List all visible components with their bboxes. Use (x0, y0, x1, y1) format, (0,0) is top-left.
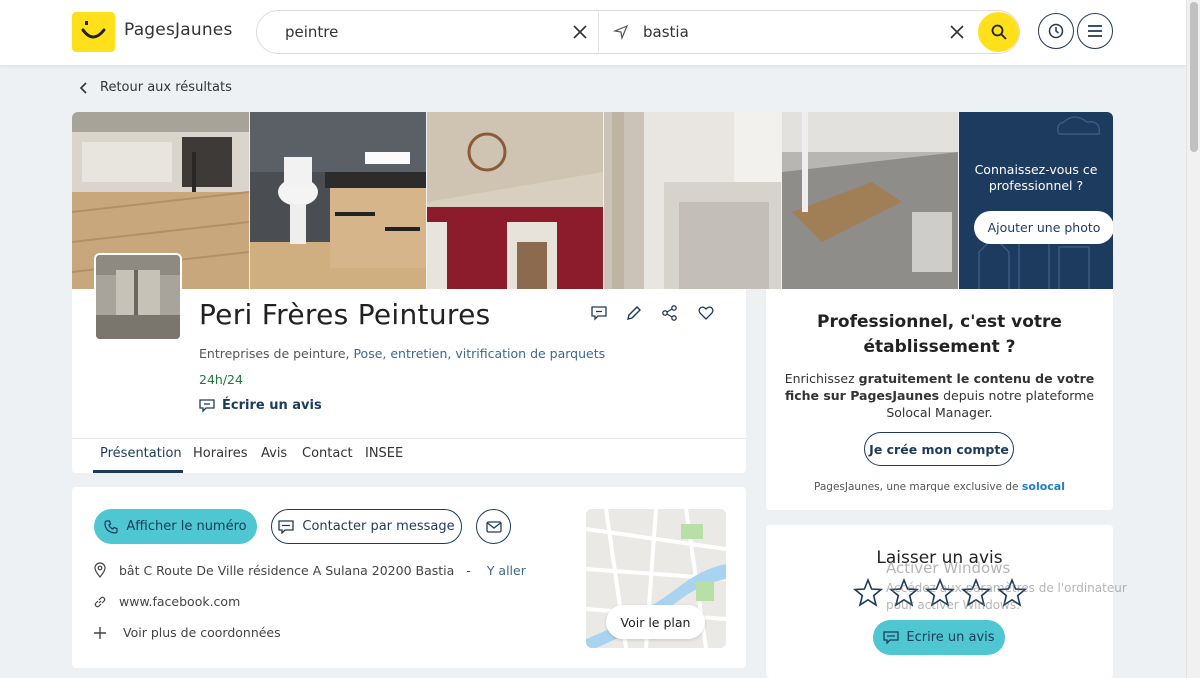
brand-footer: PagesJaunes, une marque exclusive de sol… (766, 480, 1113, 493)
tab-avis[interactable]: Avis (261, 446, 287, 461)
brand-text: PagesJaunes, une marque exclusive de (813, 481, 1019, 493)
envelope-icon (485, 520, 502, 533)
top-header: PagesJaunes peintre bastia (0, 0, 1186, 66)
scrollbar-thumb[interactable] (1190, 2, 1198, 152)
create-account-button[interactable]: Je crée mon compte (864, 432, 1014, 466)
address-separator: - (466, 562, 471, 578)
location-arrow-icon (613, 24, 629, 40)
heart-favorite-icon[interactable] (697, 304, 715, 322)
windows-activation-title: Activer Windows (886, 559, 1011, 577)
email-button[interactable] (476, 509, 511, 544)
active-tab-indicator (93, 470, 183, 473)
directions-link[interactable]: Y aller (487, 563, 526, 578)
gallery-photo-5[interactable] (782, 112, 958, 289)
plus-icon (94, 626, 106, 639)
share-icon[interactable] (661, 304, 679, 322)
tab-presentation[interactable]: Présentation (100, 446, 182, 461)
category-main: Entreprises de peinture, (199, 346, 350, 361)
tabs-divider (72, 438, 746, 439)
search-what-input[interactable]: peintre (285, 23, 338, 41)
show-phone-button[interactable]: Afficher le numéro (94, 509, 257, 544)
search-where-input[interactable]: bastia (643, 23, 689, 41)
write-review-button[interactable]: Ecrire un avis (873, 620, 1005, 655)
message-icon (278, 519, 295, 534)
chevron-left-icon (79, 81, 87, 94)
website-link[interactable]: www.facebook.com (119, 594, 240, 609)
search-bar: peintre bastia (256, 10, 1020, 54)
clear-what-icon[interactable] (570, 22, 590, 42)
clear-where-icon[interactable] (947, 22, 967, 42)
write-review-link[interactable]: Écrire un avis (199, 398, 322, 413)
tab-contact[interactable]: Contact (302, 446, 353, 461)
write-review-button-label: Ecrire un avis (906, 630, 995, 645)
website-line: www.facebook.com (93, 594, 240, 609)
gallery-photo-2[interactable] (250, 112, 426, 289)
back-to-results-link[interactable]: Retour aux résultats (78, 80, 232, 95)
add-photo-button[interactable]: Ajouter une photo (974, 211, 1113, 244)
contact-message-label: Contacter par message (302, 519, 455, 534)
address-line: bât C Route De Ville résidence A Sulana … (93, 562, 526, 578)
phone-icon (104, 519, 118, 534)
map-pin-icon (94, 562, 106, 578)
write-review-label: Écrire un avis (222, 398, 322, 413)
opening-hours-status: 24h/24 (199, 372, 243, 387)
view-map-button[interactable]: Voir le plan (606, 605, 705, 639)
city-illustration-icon (978, 116, 1100, 289)
search-button[interactable] (978, 12, 1019, 52)
category-link[interactable]: Pose, entretien, vitrification de parque… (353, 346, 605, 361)
promo-text: Connaissez-vous ce professionnel ? (974, 162, 1098, 193)
search-divider (598, 11, 599, 53)
logo-text[interactable]: PagesJaunes (124, 20, 233, 40)
menu-button[interactable] (1077, 13, 1113, 49)
more-details-line[interactable]: Voir plus de coordonnées (93, 625, 281, 640)
pro-claim-title: Professionnel, c'est votre établissement… (817, 312, 1062, 357)
photo-gallery: Connaissez-vous ce professionnel ? Ajout… (72, 112, 1113, 289)
tab-insee[interactable]: INSEE (365, 446, 403, 461)
pro-claim-description: Enrichissez gratuitement le contenu de v… (782, 370, 1097, 421)
gallery-photo-3[interactable] (427, 112, 603, 289)
gallery-photo-4[interactable] (604, 112, 781, 289)
windows-activation-text: Accédez aux paramètres de l'ordinateur p… (886, 581, 1127, 612)
pro-desc-prefix: Enrichissez (784, 371, 855, 386)
review-bubble-icon (883, 630, 900, 645)
contact-message-button[interactable]: Contacter par message (271, 509, 462, 544)
map-preview[interactable]: Voir le plan (586, 509, 726, 648)
history-icon (1048, 23, 1064, 39)
history-button[interactable] (1038, 13, 1074, 49)
search-icon (991, 24, 1007, 40)
address-text: bât C Route De Ville résidence A Sulana … (119, 562, 455, 578)
solocal-logo[interactable]: solocal (1022, 480, 1065, 493)
show-phone-label: Afficher le numéro (126, 519, 247, 534)
page-scrollbar[interactable] (1186, 0, 1200, 678)
review-bubble-icon (199, 399, 215, 413)
business-name: Peri Frères Peintures (199, 298, 491, 331)
tab-horaires[interactable]: Horaires (193, 446, 247, 461)
star-1-icon[interactable] (852, 577, 884, 609)
hamburger-icon (1088, 25, 1102, 37)
pagesjaunes-logo-icon[interactable] (72, 12, 115, 52)
comment-icon[interactable] (590, 304, 608, 322)
business-thumbnail[interactable] (94, 253, 182, 341)
business-categories: Entreprises de peinture, Pose, entretien… (199, 346, 605, 361)
link-chain-icon (94, 596, 106, 607)
add-photo-promo: Connaissez-vous ce professionnel ? Ajout… (959, 112, 1113, 289)
more-details-link[interactable]: Voir plus de coordonnées (123, 625, 281, 640)
edit-pencil-icon[interactable] (625, 304, 643, 322)
back-link-label: Retour aux résultats (100, 80, 232, 95)
